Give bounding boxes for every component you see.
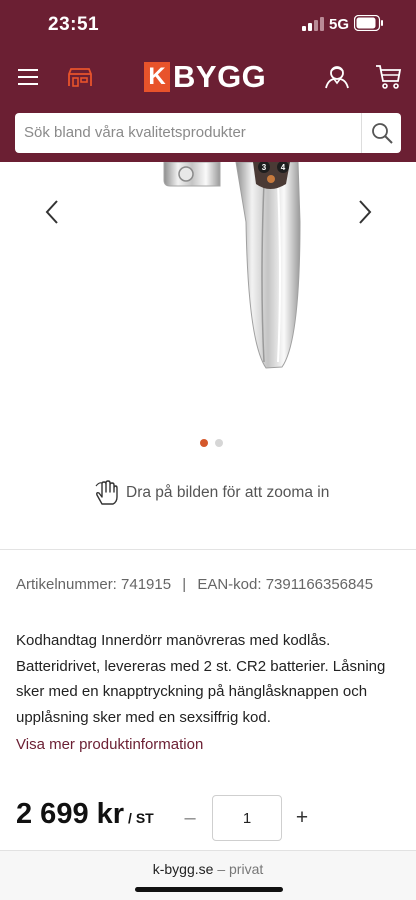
kbygg-logo[interactable]: K BYGG bbox=[144, 59, 266, 95]
zoom-hint: Dra på bilden för att zooma in bbox=[94, 480, 329, 506]
hand-drag-icon bbox=[95, 480, 118, 505]
quantity-decrease-button[interactable]: – bbox=[176, 804, 204, 832]
network-label: 5G bbox=[329, 16, 350, 33]
status-bar: 23:51 5G bbox=[0, 0, 416, 50]
product-image[interactable]: 3 4 bbox=[150, 162, 310, 377]
gallery-prev-button[interactable] bbox=[37, 197, 67, 227]
battery-icon bbox=[354, 15, 383, 31]
cart-icon bbox=[376, 65, 402, 89]
domain-suffix: – privat bbox=[217, 861, 264, 877]
ean-number: 7391166356845 bbox=[265, 576, 374, 593]
browser-bar: k-bygg.se – privat bbox=[0, 850, 416, 900]
keypad-digit-3: 3 bbox=[262, 163, 267, 172]
account-button[interactable] bbox=[322, 61, 352, 91]
menu-button[interactable] bbox=[14, 63, 42, 91]
store-icon bbox=[68, 68, 92, 87]
price-unit: / ST bbox=[128, 810, 154, 826]
pagination-dot-active[interactable] bbox=[200, 439, 208, 447]
product-description: Kodhandtag Innerdörr manövreras med kodl… bbox=[16, 632, 386, 726]
nav-row: K BYGG bbox=[0, 55, 416, 99]
status-time: 23:51 bbox=[48, 14, 100, 35]
gallery-next-button[interactable] bbox=[350, 197, 380, 227]
ean-label: EAN-kod: bbox=[197, 576, 262, 593]
logo-text: BYGG bbox=[173, 59, 267, 94]
search-icon bbox=[371, 123, 393, 144]
chevron-left-icon bbox=[45, 200, 58, 224]
article-number: 741915 bbox=[121, 576, 172, 593]
search-input[interactable]: Sök bland våra kvalitetsprodukter bbox=[24, 124, 246, 141]
keypad-digit-4: 4 bbox=[281, 163, 286, 172]
price-value: 2 699 kr bbox=[16, 798, 125, 830]
identifier-separator: | bbox=[182, 576, 187, 593]
more-product-info-link[interactable]: Visa mer produktinformation bbox=[16, 736, 203, 753]
section-divider bbox=[0, 549, 416, 550]
browser-address[interactable]: k-bygg.se – privat bbox=[0, 861, 416, 877]
home-indicator[interactable] bbox=[135, 887, 283, 892]
account-icon bbox=[325, 66, 349, 89]
store-button[interactable] bbox=[66, 63, 94, 91]
quantity-stepper: – + bbox=[176, 795, 328, 841]
product-gallery[interactable]: 3 4 Dra på bilden för att zooma in bbox=[0, 162, 416, 547]
signal-icon bbox=[302, 17, 324, 31]
chevron-right-icon bbox=[359, 200, 372, 224]
logo-k-mark: K bbox=[144, 62, 170, 92]
product-identifiers: Artikelnummer: 741915 | EAN-kod: 7391166… bbox=[16, 576, 373, 593]
cart-button[interactable] bbox=[373, 61, 403, 91]
menu-icon bbox=[18, 69, 38, 85]
gallery-pagination bbox=[200, 439, 230, 449]
article-label: Artikelnummer: bbox=[16, 576, 117, 593]
search-bar[interactable]: Sök bland våra kvalitetsprodukter bbox=[15, 113, 401, 153]
quantity-input[interactable] bbox=[212, 795, 282, 841]
header: 23:51 5G K BYGG Sök bland våra kvalitets… bbox=[0, 0, 416, 162]
domain-text: k-bygg.se bbox=[152, 861, 214, 877]
quantity-increase-button[interactable]: + bbox=[288, 804, 316, 832]
pagination-dot[interactable] bbox=[215, 439, 223, 447]
product-price: 2 699 kr / ST bbox=[16, 798, 154, 831]
search-button[interactable] bbox=[361, 113, 401, 153]
zoom-hint-text: Dra på bilden för att zooma in bbox=[126, 484, 330, 501]
